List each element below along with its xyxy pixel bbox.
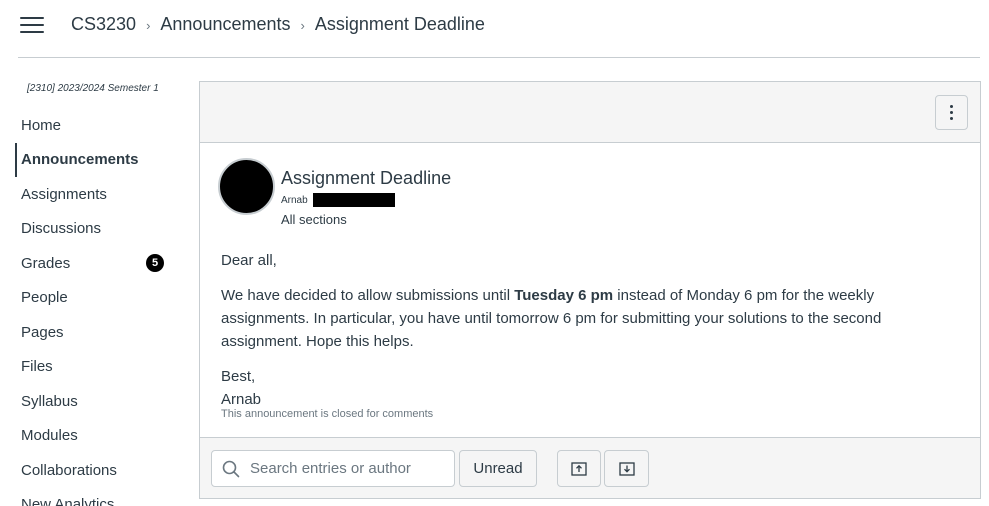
search-icon [222, 460, 240, 477]
options-menu-button[interactable] [935, 95, 968, 130]
sidebar-item-label: Modules [21, 427, 78, 445]
sidebar-item-announcements[interactable]: Announcements [0, 142, 190, 178]
sidebar-item-label: Announcements [21, 151, 139, 169]
kebab-menu-icon [950, 105, 953, 120]
sidebar-item-new-analytics[interactable]: New Analytics [0, 488, 190, 506]
sidebar-item-discussions[interactable]: Discussions [0, 212, 190, 247]
breadcrumb: CS3230 › Announcements › Assignment Dead… [71, 12, 485, 36]
arrow-up-box-icon [571, 461, 587, 476]
sidebar-item-label: Assignments [21, 185, 107, 203]
sidebar-item-label: Pages [21, 323, 64, 341]
sidebar-item-label: Grades [21, 254, 71, 272]
term-label: [2310] 2023/2024 Semester 1 [27, 83, 159, 94]
post-body: Dear all, We have decided to allow submi… [221, 249, 941, 411]
search-box[interactable] [211, 450, 455, 487]
greeting-text: Dear all, [221, 252, 277, 269]
sidebar-item-grades[interactable]: Grades 5 [0, 246, 190, 281]
course-nav-sidebar: [2310] 2023/2024 Semester 1 Home Announc… [0, 58, 190, 506]
hamburger-menu-icon[interactable] [20, 15, 46, 35]
avatar[interactable] [218, 158, 275, 215]
breadcrumb-current: Assignment Deadline [314, 13, 485, 34]
author-name[interactable]: Arnab [281, 195, 308, 206]
page: CS3230 › Announcements › Assignment Dead… [0, 0, 989, 506]
sidebar-item-label: Files [21, 358, 53, 376]
body-text-part1: We have decided to allow submissions unt… [221, 287, 515, 304]
breadcrumb-course-link[interactable]: CS3230 [71, 14, 136, 35]
sidebar-item-label: People [21, 289, 68, 307]
sidebar-item-label: Home [21, 116, 62, 134]
breadcrumb-announcements-link[interactable]: Announcements [160, 14, 290, 35]
author-row: Arnab [281, 193, 395, 207]
search-input[interactable] [250, 460, 450, 477]
sidebar-item-modules[interactable]: Modules [0, 419, 190, 454]
body-paragraph: We have decided to allow submissions unt… [221, 284, 941, 353]
body-text-bold: Tuesday 6 pm [514, 287, 614, 304]
sidebar-item-home[interactable]: Home [0, 108, 190, 143]
unread-filter-button[interactable]: Unread [459, 450, 537, 487]
expand-up-button[interactable] [557, 450, 601, 487]
panel-bottom-toolbar: Unread [200, 437, 980, 498]
sidebar-item-assignments[interactable]: Assignments [0, 177, 190, 212]
announcement-panel: Assignment Deadline Arnab All sections D… [199, 81, 981, 499]
course-nav-list: Home Announcements Assignments Discussio… [0, 108, 190, 506]
chevron-right-icon: › [300, 17, 305, 33]
header: CS3230 › Announcements › Assignment Dead… [0, 0, 989, 58]
grades-count-badge: 5 [146, 254, 164, 272]
redacted-name-block [312, 193, 395, 207]
sidebar-item-syllabus[interactable]: Syllabus [0, 384, 190, 419]
sidebar-item-label: Collaborations [21, 461, 117, 479]
panel-top-bar [200, 82, 980, 143]
comments-closed-note: This announcement is closed for comments [221, 408, 434, 420]
sidebar-item-collaborations[interactable]: Collaborations [0, 453, 190, 488]
signoff-text: Best, [221, 368, 256, 385]
sidebar-item-files[interactable]: Files [0, 350, 190, 385]
arrow-down-box-icon [618, 461, 635, 476]
sidebar-item-pages[interactable]: Pages [0, 315, 190, 350]
sidebar-item-people[interactable]: People [0, 281, 190, 316]
chevron-right-icon: › [146, 17, 151, 33]
sidebar-item-label: Discussions [21, 220, 102, 238]
post-title: Assignment Deadline [281, 168, 452, 188]
expand-down-button[interactable] [604, 450, 649, 487]
sidebar-item-label: Syllabus [21, 392, 78, 410]
sections-label: All sections [281, 212, 347, 227]
sidebar-item-label: New Analytics [21, 496, 115, 506]
